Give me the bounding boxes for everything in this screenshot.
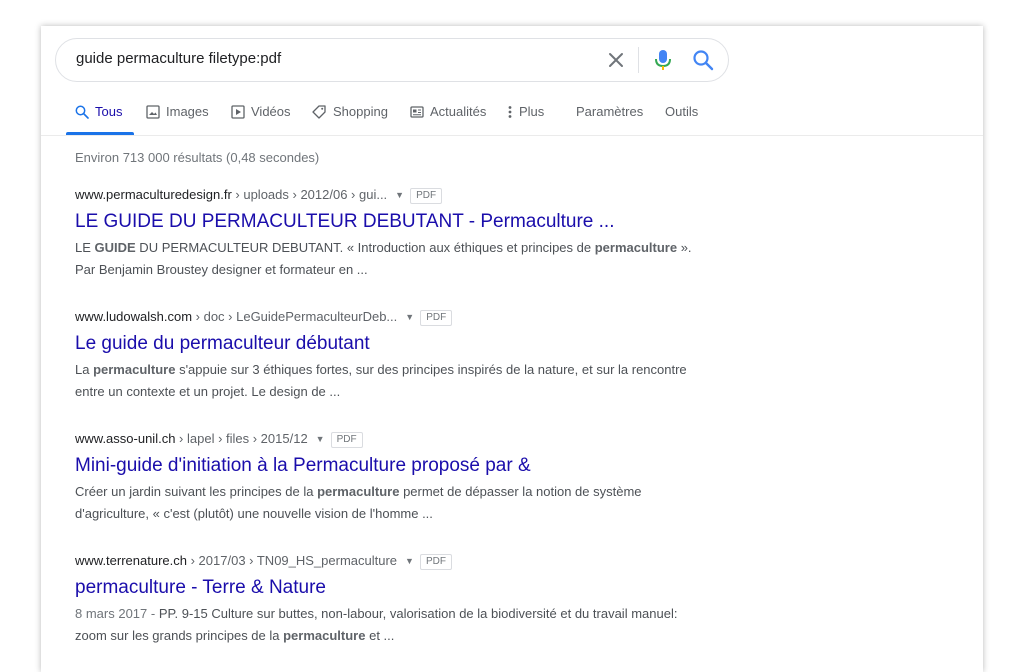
tab-plus[interactable]: Plus [507, 104, 544, 136]
search-result: www.ludowalsh.com › doc › LeGuidePermacu… [75, 308, 695, 403]
tab-label: Paramètres [576, 104, 644, 119]
tab-label: Actualités [430, 104, 487, 119]
result-snippet: 8 mars 2017 - PP. 9-15 Culture sur butte… [75, 603, 695, 647]
result-stats: Environ 713 000 résultats (0,48 secondes… [75, 150, 320, 165]
search-input[interactable]: guide permaculture filetype:pdf [76, 50, 281, 67]
news-icon [410, 106, 424, 118]
tab-label: Tous [95, 104, 123, 119]
result-domain: www.ludowalsh.com [75, 309, 193, 324]
tabs-divider [41, 135, 983, 136]
tab-actualites[interactable]: Actualités [410, 104, 486, 136]
chevron-down-icon[interactable]: ▼ [316, 430, 325, 448]
snippet-text: Créer un jardin suivant les principes de… [75, 484, 318, 499]
search-result: www.terrenature.ch › 2017/03 › TN09_HS_p… [75, 552, 695, 647]
browser-page: guide permaculture filetype:pdf Tous Ima… [41, 26, 983, 672]
snippet-keyword: GUIDE [94, 240, 136, 255]
search-box[interactable]: guide permaculture filetype:pdf [55, 38, 729, 82]
result-domain: www.permaculturedesign.fr [75, 187, 232, 202]
result-title-link[interactable]: Mini-guide d'initiation à la Permacultur… [75, 454, 695, 477]
result-breadcrumb[interactable]: www.asso-unil.ch › lapel › files › 2015/… [75, 430, 695, 448]
tab-images[interactable]: Images [146, 104, 209, 136]
tab-label: Vidéos [251, 104, 291, 119]
tab-parametres[interactable]: Paramètres [576, 104, 643, 136]
tab-shopping[interactable]: Shopping [312, 104, 388, 136]
result-domain: www.terrenature.ch [75, 553, 187, 568]
close-icon[interactable] [606, 50, 626, 70]
tag-icon [312, 105, 326, 119]
tab-videos[interactable]: Vidéos [231, 104, 291, 136]
snippet-keyword: permaculture [317, 484, 400, 499]
chevron-down-icon[interactable]: ▼ [405, 552, 414, 570]
snippet-text: La [75, 362, 94, 377]
snippet-text: et ... [365, 628, 395, 643]
video-icon [231, 105, 245, 119]
search-tabs: Tous Images Vidéos Shopping Actualités P… [41, 104, 983, 136]
image-icon [146, 105, 160, 119]
result-breadcrumb[interactable]: www.ludowalsh.com › doc › LeGuidePermacu… [75, 308, 695, 326]
snippet-text: DU PERMACULTEUR DEBUTANT. « Introduction… [135, 240, 595, 255]
pdf-badge: PDF [419, 554, 452, 570]
result-snippet: LE GUIDE DU PERMACULTEUR DEBUTANT. « Int… [75, 237, 695, 281]
result-path: › lapel › files › 2015/12 [175, 431, 308, 446]
snippet-keyword: permaculture [594, 240, 678, 255]
result-path: › doc › LeGuidePermaculteurDeb... [192, 309, 398, 324]
result-title-link[interactable]: permaculture - Terre & Nature [75, 576, 695, 599]
search-icon [75, 105, 89, 119]
search-result: www.permaculturedesign.fr › uploads › 20… [75, 186, 695, 281]
result-snippet: La permaculture s'appuie sur 3 éthiques … [75, 359, 695, 403]
result-path: › 2017/03 › TN09_HS_permaculture [187, 553, 398, 568]
microphone-icon[interactable] [652, 48, 674, 72]
tab-label: Images [166, 104, 209, 119]
search-icon[interactable] [692, 49, 714, 71]
search-result: www.asso-unil.ch › lapel › files › 2015/… [75, 430, 695, 525]
tab-label: Outils [665, 104, 699, 119]
pdf-badge: PDF [420, 310, 453, 326]
tab-outils[interactable]: Outils [665, 104, 698, 136]
tab-label: Shopping [333, 104, 388, 119]
chevron-down-icon[interactable]: ▼ [405, 308, 414, 326]
result-snippet: Créer un jardin suivant les principes de… [75, 481, 695, 525]
tab-label: Plus [519, 104, 545, 119]
result-breadcrumb[interactable]: www.permaculturedesign.fr › uploads › 20… [75, 186, 695, 204]
pdf-badge: PDF [410, 188, 443, 204]
more-vert-icon [508, 106, 512, 118]
result-path: › uploads › 2012/06 › gui... [231, 187, 388, 202]
result-title-link[interactable]: Le guide du permaculteur débutant [75, 332, 695, 355]
snippet-keyword: permaculture [283, 628, 366, 643]
result-title-link[interactable]: LE GUIDE DU PERMACULTEUR DEBUTANT - Perm… [75, 210, 695, 233]
pdf-badge: PDF [330, 432, 363, 448]
result-domain: www.asso-unil.ch [75, 431, 176, 446]
snippet-text: LE [75, 240, 95, 255]
search-divider [638, 47, 639, 73]
snippet-keyword: permaculture [93, 362, 176, 377]
result-date: 8 mars 2017 - [75, 606, 159, 621]
chevron-down-icon[interactable]: ▼ [395, 186, 404, 204]
result-breadcrumb[interactable]: www.terrenature.ch › 2017/03 › TN09_HS_p… [75, 552, 695, 570]
